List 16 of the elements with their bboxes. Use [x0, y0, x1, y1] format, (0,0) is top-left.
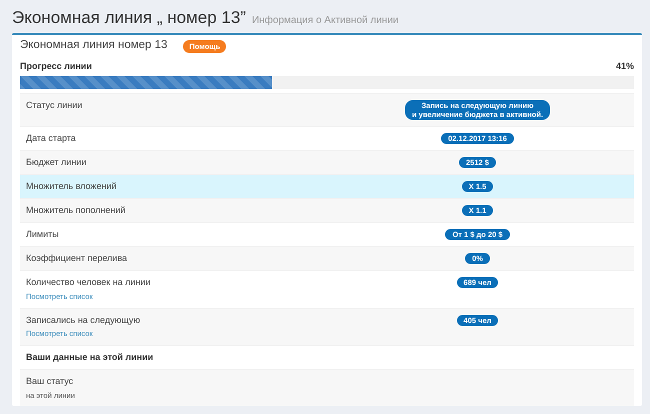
row-label: Множитель пополнений: [26, 204, 126, 216]
row-label: Лимиты: [26, 228, 60, 240]
row-label: Коэффициент перелива: [26, 252, 128, 264]
section-heading: Ваши данные на этой линии: [26, 352, 154, 363]
progress-reading: 41%: [616, 61, 634, 72]
card-title: Экономная линия номер 13: [20, 39, 168, 54]
page-subtitle: Информация о Активной линии: [252, 15, 398, 27]
progress-label: Прогресс линии: [20, 61, 92, 72]
page-title: Экономная линия „ номер 13”: [12, 8, 246, 28]
row-label: Количество человек на линии: [26, 276, 152, 288]
row-label: Множитель вложений: [26, 180, 118, 192]
row-label: Бюджет линии: [26, 156, 88, 168]
row-label: Дата старта: [26, 132, 77, 144]
row-label: Статус линии: [26, 100, 84, 111]
row-label: Ваш статус: [26, 376, 74, 387]
row-label: Записались на следующую: [26, 314, 142, 326]
